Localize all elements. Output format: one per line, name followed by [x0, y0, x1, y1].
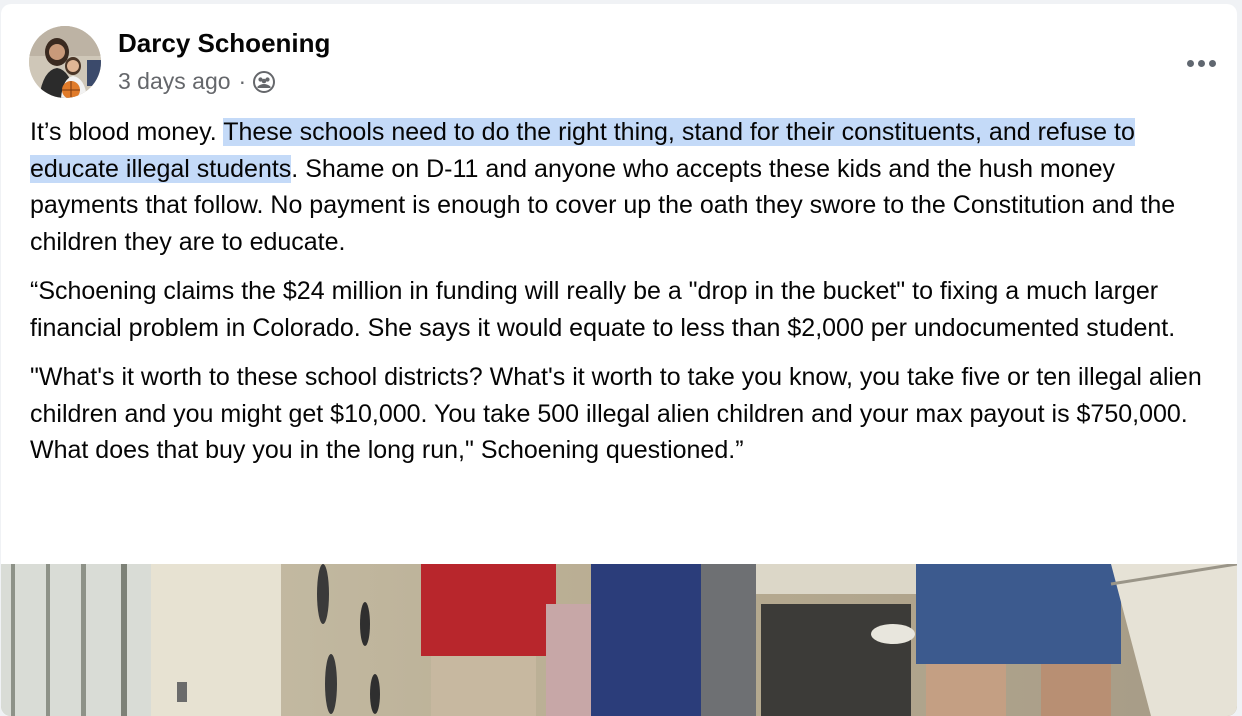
author-name[interactable]: Darcy Schoening [118, 28, 330, 59]
post-header: Darcy Schoening 3 days ago · [29, 26, 1216, 102]
paragraph-1: It’s blood money. These schools need to … [30, 114, 1218, 260]
paragraph-3: "What's it worth to these school distric… [30, 363, 1202, 464]
post-time[interactable]: 3 days ago [118, 68, 231, 95]
paragraph-2: “Schoening claims the $24 million in fun… [30, 277, 1176, 342]
post-meta: 3 days ago · [118, 68, 276, 95]
friends-icon[interactable] [253, 70, 276, 93]
post-photo[interactable] [1, 562, 1237, 716]
post-text: It’s blood money. These schools need to … [30, 114, 1218, 482]
more-options-button[interactable] [1179, 50, 1223, 76]
paragraph-1-intro: It’s blood money. [30, 118, 224, 146]
more-dot [1197, 59, 1205, 67]
meta-separator: · [238, 68, 247, 94]
post-card: Darcy Schoening 3 days ago · It’s blood … [1, 4, 1237, 716]
avatar[interactable] [29, 26, 101, 98]
more-dot [1208, 59, 1216, 67]
more-options-icon [1186, 59, 1194, 67]
